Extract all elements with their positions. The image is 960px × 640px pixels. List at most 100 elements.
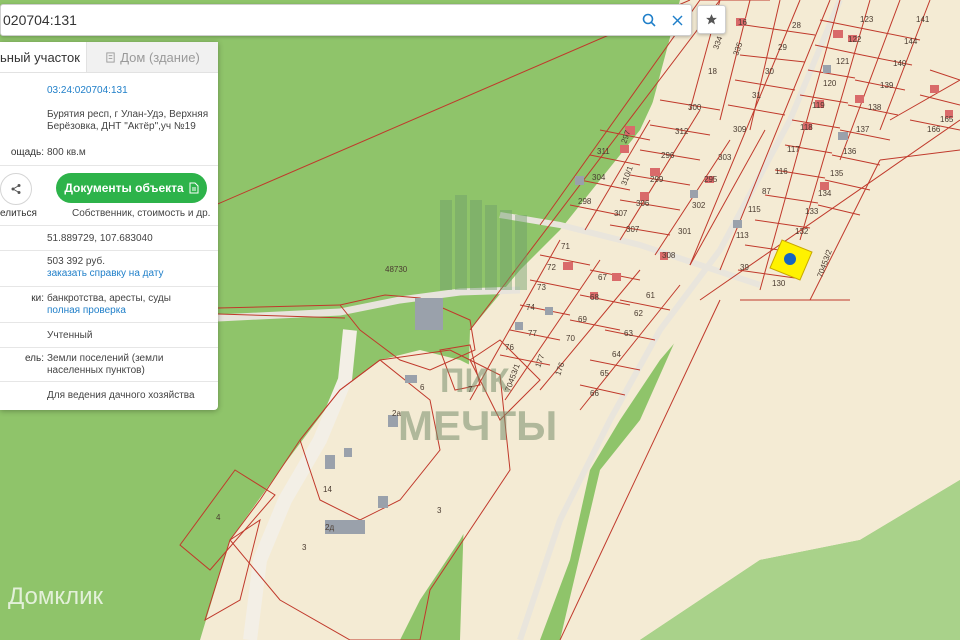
tab-building[interactable]: Дом (здание) (86, 42, 218, 72)
search-input[interactable]: 020704:131 (1, 12, 635, 28)
cadastral-number-link[interactable]: 03:24:020704:131 (47, 85, 212, 97)
lot-label: 120 (823, 79, 837, 88)
lot-label: 18 (708, 67, 717, 76)
selected-parcel-marker[interactable] (784, 253, 796, 265)
divider (0, 225, 218, 226)
lot-label: 116 (775, 167, 788, 176)
lot-label: 118 (800, 123, 813, 132)
lot-label: 29 (778, 43, 787, 52)
address-value: Бурятия респ, г Улан-Удэ, Верхняя Берёзо… (47, 109, 209, 132)
lot-label: 16 (738, 18, 747, 27)
lot-label: 113 (736, 231, 749, 240)
lot-label: 64 (612, 350, 621, 359)
permitted-use-value: Для ведения дачного хозяйства (47, 390, 195, 401)
divider (0, 250, 218, 251)
lot-label: 144 (904, 37, 918, 46)
checks-value: банкротства, аресты, суды (47, 293, 171, 304)
lot-label: 14 (323, 485, 332, 494)
lot-label: 300 (688, 103, 702, 112)
building-icon (106, 51, 115, 63)
lot-label: 28 (792, 21, 801, 30)
lot-label: 87 (762, 187, 771, 196)
lot-label: 140 (893, 59, 907, 68)
category-label: ель: (24, 353, 44, 364)
watermark-text-1: ПИК (440, 362, 510, 400)
lot-label: 7 (468, 385, 473, 394)
lot-label: 2а (392, 409, 401, 418)
lot-label: 302 (692, 201, 706, 210)
lot-label: 306 (636, 199, 650, 208)
lot-label: 132 (795, 227, 809, 236)
document-icon (189, 182, 199, 194)
lot-label: 61 (646, 291, 655, 300)
lot-label: 137 (856, 125, 870, 134)
lot-label: 121 (836, 57, 850, 66)
divider (0, 286, 218, 287)
lot-label: 130 (772, 279, 786, 288)
lot-label: 68 (590, 293, 599, 302)
lot-label: 39 (740, 263, 749, 272)
panel-tabs: ьный участок Дом (здание) (0, 42, 218, 73)
share-button[interactable] (0, 173, 32, 205)
lot-label: 69 (578, 315, 587, 324)
status-value: Учтенный (47, 330, 93, 341)
order-certificate-link[interactable]: заказать справку на дату (47, 268, 212, 280)
lot-label: 65 (600, 369, 609, 378)
lot-label: 4 (216, 513, 221, 522)
lot-label: 76 (505, 343, 514, 352)
tab-building-label: Дом (здание) (120, 49, 200, 65)
lot-label: 117 (787, 145, 800, 154)
lot-label: 309 (733, 125, 747, 134)
lot-label: 70 (566, 334, 575, 343)
lot-label: 296 (661, 151, 675, 160)
full-check-link[interactable]: полная проверка (47, 305, 212, 317)
docs-button-label: Документы объекта (64, 181, 184, 195)
lot-label: 295 (704, 175, 718, 184)
lot-label: 115 (748, 205, 761, 214)
lot-label: 165 (940, 115, 954, 124)
lot-label: 133 (805, 207, 819, 216)
lot-label: 166 (927, 125, 941, 134)
watermark-text-2: МЕЧТЫ (398, 402, 557, 449)
lot-label: 6 (420, 383, 425, 392)
coordinates-value: 51.889729, 107.683040 (47, 233, 153, 244)
star-icon (706, 14, 717, 25)
divider (0, 165, 218, 166)
lot-label: 31 (752, 91, 761, 100)
lot-label: 304 (592, 173, 606, 182)
divider (0, 381, 218, 382)
lot-label: 119 (812, 101, 825, 110)
area-label: ощадь: (10, 147, 44, 158)
search-icon[interactable] (635, 6, 663, 34)
lot-label: 299 (650, 175, 664, 184)
lot-label: 298 (578, 197, 592, 206)
favorite-button[interactable] (697, 5, 726, 34)
lot-label: 3 (437, 506, 442, 515)
lot-label: 136 (843, 147, 857, 156)
lot-label: 307 (614, 209, 628, 218)
lot-label: 62 (634, 309, 643, 318)
lot-label: 77 (528, 329, 537, 338)
category-value: Земли поселений (земли населенных пункто… (47, 353, 164, 376)
share-label: елиться (0, 208, 37, 219)
lot-label: 73 (537, 283, 546, 292)
lot-label: 63 (624, 329, 633, 338)
lot-label: 48730 (385, 265, 408, 274)
close-icon[interactable] (663, 6, 691, 34)
lot-label: 123 (860, 15, 874, 24)
lot-label: 301 (678, 227, 692, 236)
object-documents-button[interactable]: Документы объекта (56, 173, 207, 203)
lot-label: 66 (590, 389, 599, 398)
checks-label: ки: (31, 293, 44, 304)
lot-label: 2д (325, 523, 334, 532)
lot-label: 138 (868, 103, 882, 112)
share-icon (11, 184, 21, 194)
search-bar: 020704:131 (0, 4, 692, 36)
area-value: 800 кв.м (47, 147, 86, 158)
lot-label: 71 (561, 242, 570, 251)
lot-label: 74 (526, 303, 535, 312)
brand-watermark: Домклик (8, 583, 104, 610)
lot-label: 135 (830, 169, 844, 178)
tab-parcel[interactable]: ьный участок (0, 42, 86, 72)
price-value: 503 392 руб. (47, 256, 105, 267)
